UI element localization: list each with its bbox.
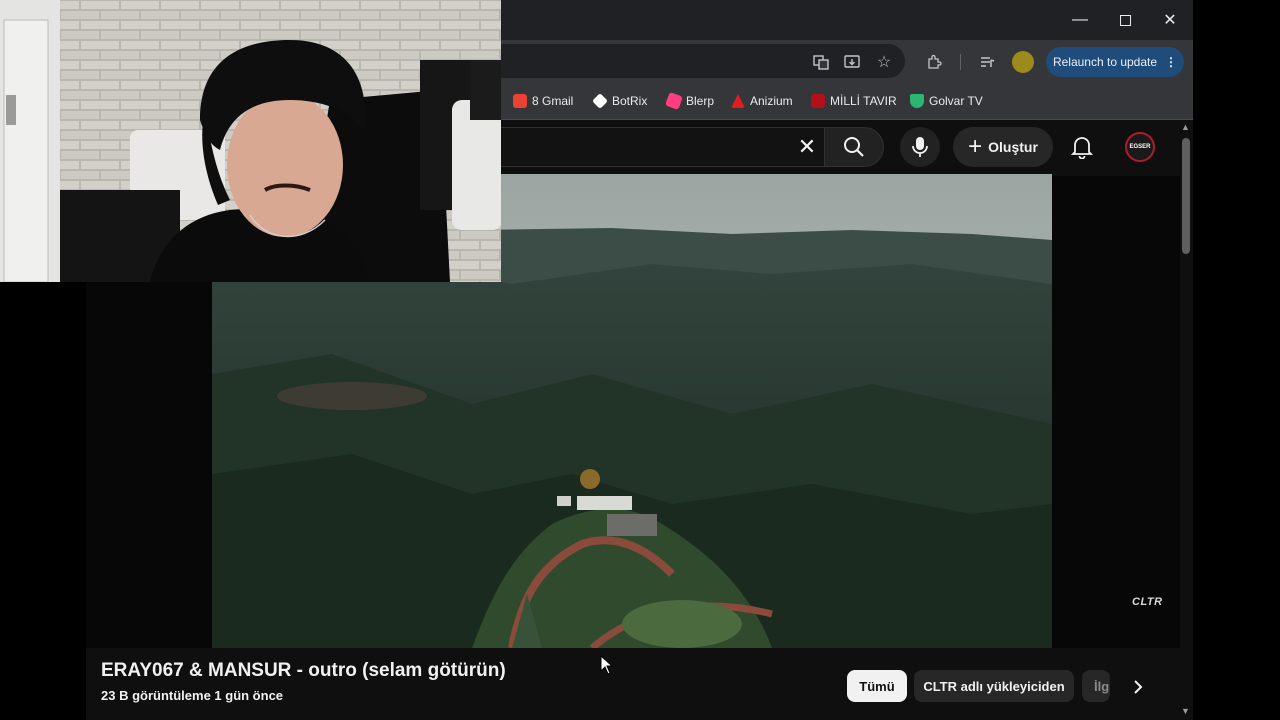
relaunch-button[interactable]: Relaunch to update ⋮ bbox=[1046, 47, 1184, 77]
bookmark-label: Golvar TV bbox=[929, 94, 983, 108]
extensions-icon[interactable] bbox=[922, 50, 946, 74]
create-button[interactable]: + Oluştur bbox=[953, 127, 1053, 167]
scroll-up-icon[interactable]: ▲ bbox=[1181, 122, 1190, 132]
create-label: Oluştur bbox=[988, 139, 1038, 155]
plus-icon: + bbox=[968, 133, 983, 160]
chevron-right-icon[interactable] bbox=[1124, 673, 1152, 701]
translate-icon[interactable] bbox=[809, 50, 833, 74]
bookmark-label: Blerp bbox=[686, 94, 715, 108]
search-input[interactable] bbox=[500, 127, 825, 167]
gmail-icon bbox=[513, 94, 527, 108]
more-vert-icon: ⋮ bbox=[1165, 55, 1178, 69]
bookmark-label: MİLLİ TAVIR bbox=[830, 94, 897, 108]
install-app-icon[interactable] bbox=[840, 50, 864, 74]
botrix-icon bbox=[592, 93, 608, 109]
bookmark-label: Anizium bbox=[750, 94, 793, 108]
notifications-bell-icon[interactable] bbox=[1068, 132, 1096, 162]
bookmark-label: BotRix bbox=[612, 94, 648, 108]
chip-all[interactable]: Tümü bbox=[847, 670, 907, 702]
video-title: ERAY067 & MANSUR - outro (selam götürün) bbox=[101, 660, 506, 681]
webcam-image bbox=[0, 0, 501, 282]
golvar-icon bbox=[910, 94, 924, 108]
bookmark-gmail[interactable]: 8 Gmail bbox=[513, 90, 573, 112]
video-meta: 23 B görüntüleme 1 gün önce bbox=[101, 688, 284, 703]
webcam-overlay bbox=[0, 0, 501, 282]
bookmark-botrix[interactable]: BotRix bbox=[592, 90, 648, 112]
bookmark-blerp[interactable]: Blerp bbox=[665, 90, 715, 112]
bookmark-label: 8 Gmail bbox=[532, 94, 574, 108]
microphone-icon bbox=[912, 137, 928, 157]
toolbar-divider bbox=[960, 54, 961, 70]
media-control-icon[interactable] bbox=[975, 50, 999, 74]
avatar-text: EGSER bbox=[1129, 144, 1151, 150]
close-window-icon[interactable]: ✕ bbox=[1147, 0, 1193, 40]
relaunch-label: Relaunch to update bbox=[1052, 55, 1158, 69]
minimize-icon[interactable]: — bbox=[1057, 0, 1103, 40]
clear-search-icon[interactable]: ✕ bbox=[792, 132, 822, 162]
maximize-icon[interactable] bbox=[1102, 0, 1148, 40]
scroll-down-icon[interactable]: ▼ bbox=[1181, 706, 1190, 716]
bookmark-anizium[interactable]: Anizium bbox=[731, 90, 793, 112]
anizium-icon bbox=[731, 94, 745, 108]
profile-avatar[interactable] bbox=[1012, 51, 1034, 73]
blerp-icon bbox=[665, 92, 683, 110]
milli-tavir-icon bbox=[811, 94, 825, 108]
bookmark-star-icon[interactable]: ☆ bbox=[872, 50, 896, 74]
account-avatar[interactable]: EGSER bbox=[1125, 132, 1155, 162]
bookmark-milli-tavir[interactable]: MİLLİ TAVIR bbox=[811, 90, 897, 112]
voice-search-button[interactable] bbox=[900, 127, 940, 167]
search-icon bbox=[844, 137, 864, 157]
mouse-cursor-icon bbox=[600, 654, 614, 680]
bookmark-golvar-tv[interactable]: Golvar TV bbox=[910, 90, 983, 112]
search-button[interactable] bbox=[824, 127, 884, 167]
scrollbar-thumb[interactable] bbox=[1182, 138, 1190, 254]
chip-from-uploader[interactable]: CLTR adlı yükleyiciden bbox=[914, 670, 1074, 702]
channel-watermark: CLTR bbox=[1132, 596, 1163, 608]
chip-related[interactable]: İlg bbox=[1082, 670, 1110, 702]
